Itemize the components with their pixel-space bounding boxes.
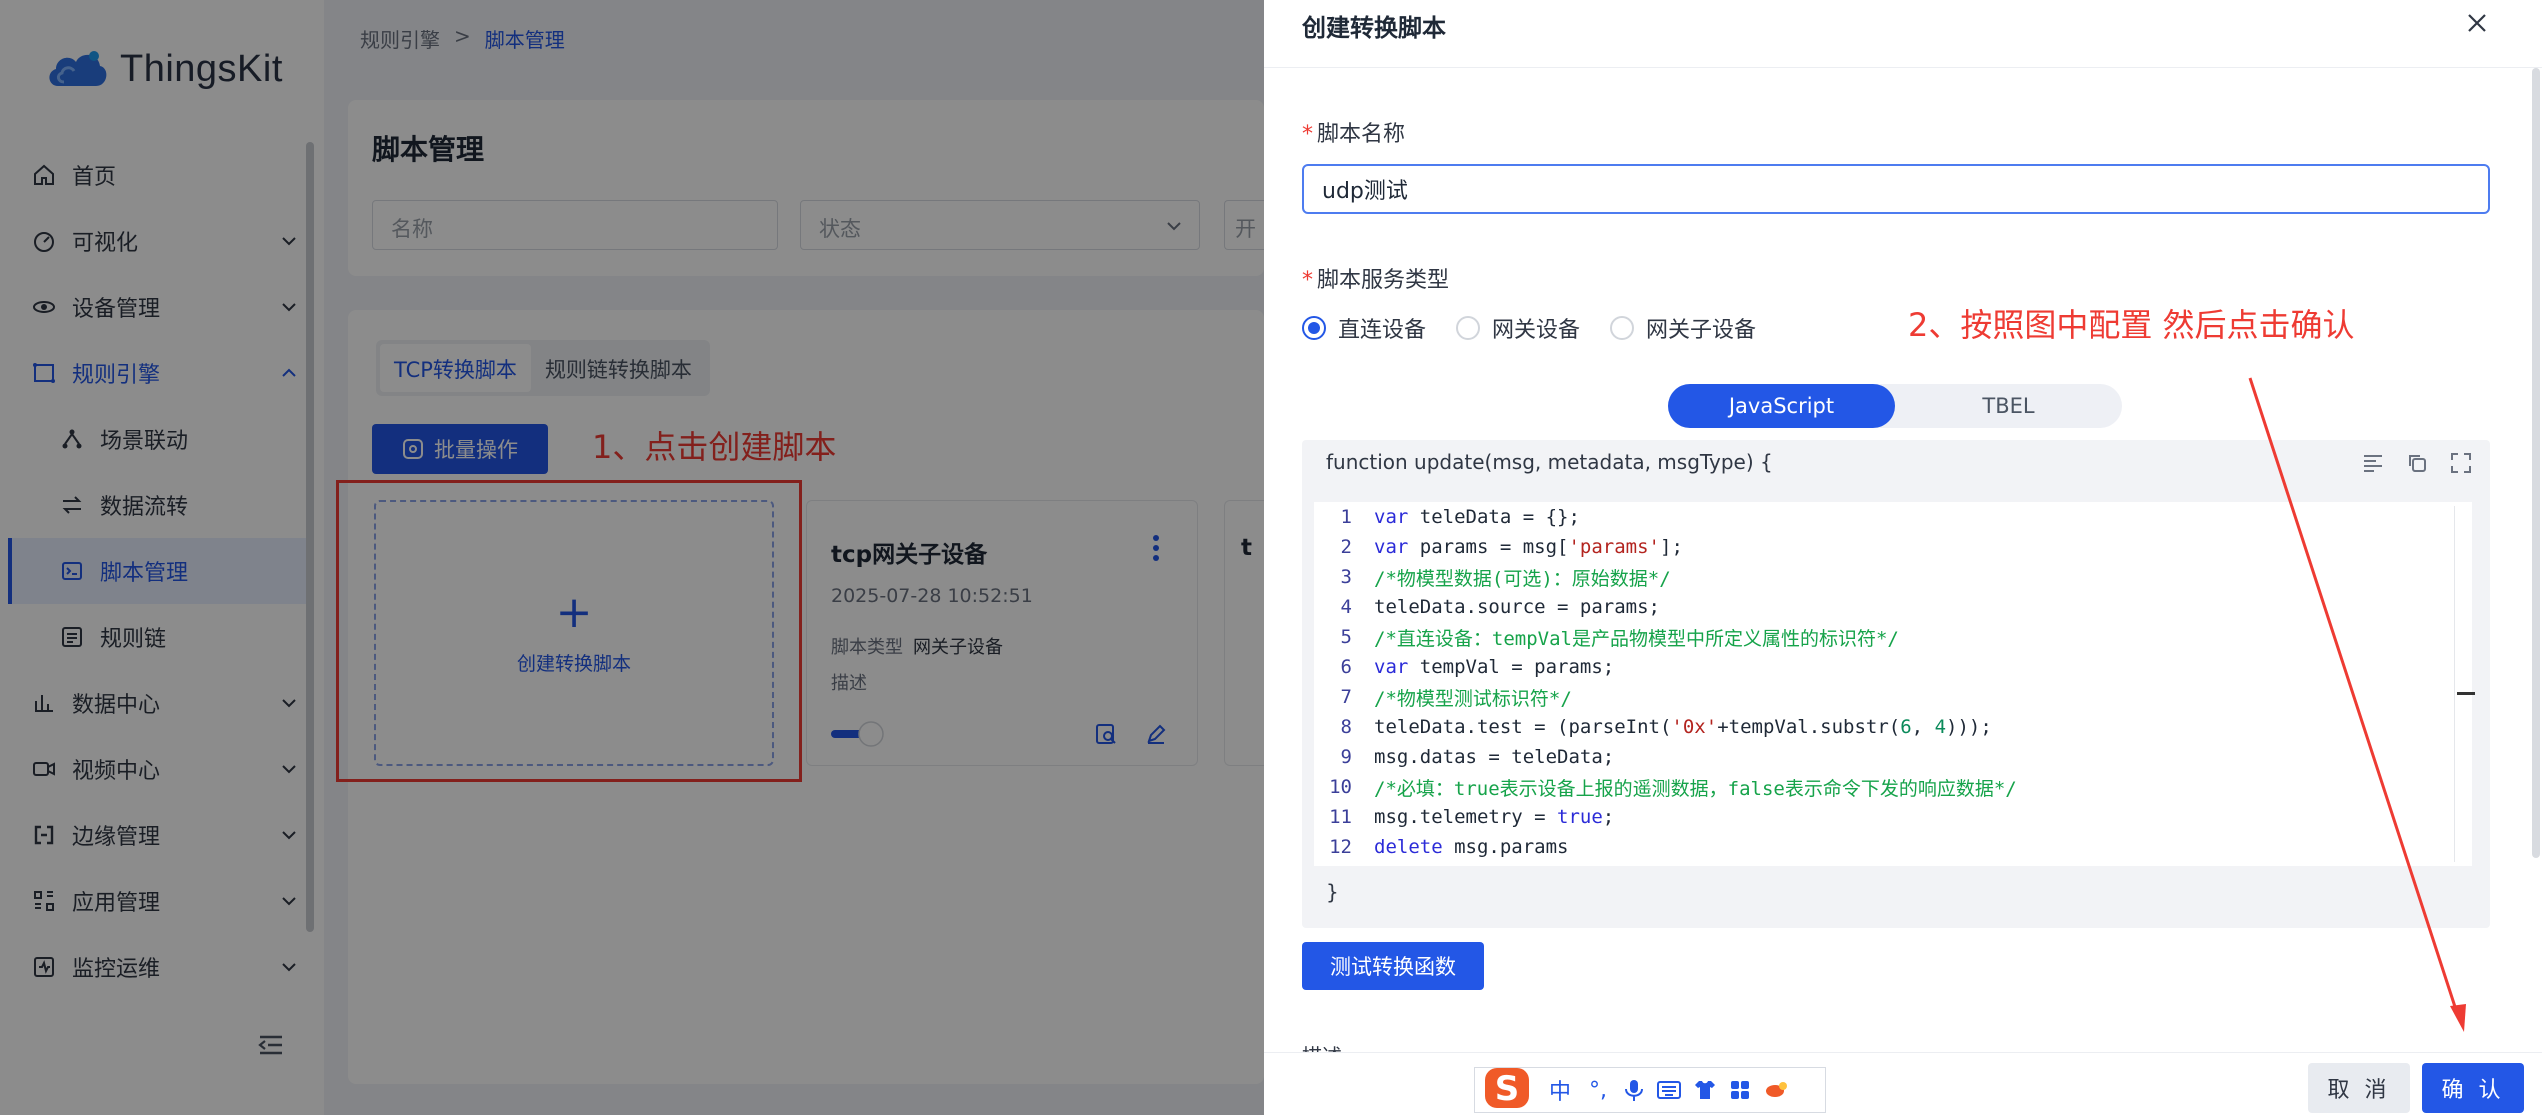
editor-toolbar	[2362, 452, 2472, 474]
ime-punctuation[interactable]: °,	[1585, 1078, 1611, 1103]
fullscreen-icon[interactable]	[2450, 452, 2472, 474]
service-type-radio[interactable]: 网关子设备	[1610, 312, 1756, 344]
code-line[interactable]: 8 teleData.test = (parseInt('0x'+tempVal.…	[1314, 712, 2472, 742]
line-number: 3	[1340, 566, 1352, 588]
ime-chinese-mode[interactable]: 中	[1547, 1074, 1573, 1106]
keyboard-icon[interactable]	[1657, 1080, 1681, 1100]
code-text: delete msg.params	[1374, 836, 1569, 858]
test-function-button[interactable]: 测试转换函数	[1302, 942, 1484, 990]
script-name-label-text: 脚本名称	[1317, 122, 1406, 147]
code-line[interactable]: 6 var tempVal = params;	[1314, 652, 2472, 682]
radio-dot	[1456, 316, 1481, 340]
line-number: 8	[1340, 716, 1352, 738]
line-number: 2	[1340, 536, 1352, 558]
code-line[interactable]: 5 /*直连设备：tempVal是产品物模型中所定义属性的标识符*/	[1314, 622, 2472, 652]
editor-function-signature: function update(msg, metadata, msgType) …	[1326, 450, 1773, 474]
code-line[interactable]: 9 msg.datas = teleData;	[1314, 742, 2472, 772]
code-text: /*直连设备：tempVal是产品物模型中所定义属性的标识符*/	[1374, 627, 1899, 650]
drawer-footer: S 中 °, 取 消 确 认	[1264, 1052, 2542, 1115]
close-icon[interactable]	[2464, 10, 2490, 36]
code-text: var params = msg['params'];	[1374, 536, 1683, 558]
service-type-radio[interactable]: 网关设备	[1456, 312, 1580, 344]
code-text: /*物模型测试标识符*/	[1374, 687, 1572, 710]
code-text: msg.datas = teleData;	[1374, 746, 1615, 768]
sogou-logo-icon[interactable]: S	[1481, 1062, 1535, 1110]
modal-mask[interactable]	[0, 0, 1264, 1115]
code-line[interactable]: 1 var teleData = {};	[1314, 502, 2472, 532]
code-line[interactable]: 7 /*物模型测试标识符*/	[1314, 682, 2472, 712]
editor-closing-brace: }	[1326, 880, 1339, 904]
line-number: 1	[1340, 506, 1352, 528]
drawer-scrollbar[interactable]	[2532, 68, 2540, 858]
code-area[interactable]: 1 var teleData = {}; 2 var params = msg['pa…	[1314, 502, 2475, 866]
line-number: 11	[1329, 806, 1352, 828]
line-number: 9	[1340, 746, 1352, 768]
code-scrollbar[interactable]	[2454, 506, 2475, 862]
toolbox-icon[interactable]	[1763, 1079, 1789, 1101]
line-number: 5	[1340, 626, 1352, 648]
code-text: var tempVal = params;	[1374, 656, 1615, 678]
line-number: 7	[1340, 686, 1352, 708]
svg-text:S: S	[1495, 1069, 1520, 1109]
drawer-header: 创建转换脚本	[1264, 0, 2542, 68]
code-text: var teleData = {};	[1374, 506, 1580, 528]
code-text: /*物模型数据(可选)：原始数据*/	[1374, 567, 1671, 590]
code-line[interactable]: 11 msg.telemetry = true;	[1314, 802, 2472, 832]
code-editor: function update(msg, metadata, msgType) …	[1302, 440, 2490, 928]
ime-toolbar: S 中 °,	[1474, 1067, 1826, 1113]
annotation-step-2: 2、按照图中配置 然后点击确认	[1908, 306, 2355, 344]
code-text: teleData.source = params;	[1374, 596, 1660, 618]
line-number: 12	[1329, 836, 1352, 858]
code-line[interactable]: 12 delete msg.params	[1314, 832, 2472, 862]
radio-dot	[1302, 316, 1326, 340]
radio-label: 网关子设备	[1646, 318, 1757, 343]
code-text: teleData.test = (parseInt('0x'+tempVal.s…	[1374, 716, 1992, 738]
line-number: 4	[1340, 596, 1352, 618]
service-type-radio-group: 直连设备 网关设备 网关子设备	[1302, 312, 1756, 344]
grid-apps-icon[interactable]	[1729, 1079, 1751, 1101]
code-line[interactable]: 10 /*必填：true表示设备上报的遥测数据，false表示命令下发的响应数据*…	[1314, 772, 2472, 802]
confirm-button[interactable]: 确 认	[2422, 1063, 2524, 1113]
language-switch: JavaScript TBEL	[1668, 384, 2122, 428]
service-type-label-text: 脚本服务类型	[1317, 268, 1450, 293]
code-line[interactable]: 4 teleData.source = params;	[1314, 592, 2472, 622]
create-script-drawer: 创建转换脚本 *脚本名称 *脚本服务类型 直连设备 网关设备 网关子设备 2、按照图…	[1264, 0, 2542, 1115]
skin-icon[interactable]	[1693, 1079, 1717, 1101]
script-name-label: * 脚本名称	[1302, 122, 1406, 147]
service-type-label: * 脚本服务类型	[1302, 268, 1450, 293]
line-number: 10	[1329, 776, 1352, 798]
script-name-input[interactable]	[1302, 164, 2490, 214]
code-line[interactable]: 2 var params = msg['params'];	[1314, 532, 2472, 562]
language-option[interactable]: JavaScript	[1668, 384, 1895, 428]
code-line[interactable]: 3 /*物模型数据(可选)：原始数据*/	[1314, 562, 2472, 592]
radio-dot	[1610, 316, 1635, 340]
format-code-icon[interactable]	[2362, 452, 2384, 474]
radio-label: 网关设备	[1492, 318, 1581, 343]
code-text: /*必填：true表示设备上报的遥测数据，false表示命令下发的响应数据*/	[1374, 777, 2017, 800]
code-text: msg.telemetry = true;	[1374, 806, 1615, 828]
microphone-icon[interactable]	[1623, 1078, 1645, 1102]
service-type-radio[interactable]: 直连设备	[1302, 312, 1426, 344]
copy-icon[interactable]	[2406, 452, 2428, 474]
cancel-button[interactable]: 取 消	[2308, 1063, 2410, 1113]
language-option[interactable]: TBEL	[1895, 384, 2122, 428]
radio-label: 直连设备	[1338, 318, 1427, 343]
drawer-title: 创建转换脚本	[1302, 14, 1446, 42]
line-number: 6	[1340, 656, 1352, 678]
